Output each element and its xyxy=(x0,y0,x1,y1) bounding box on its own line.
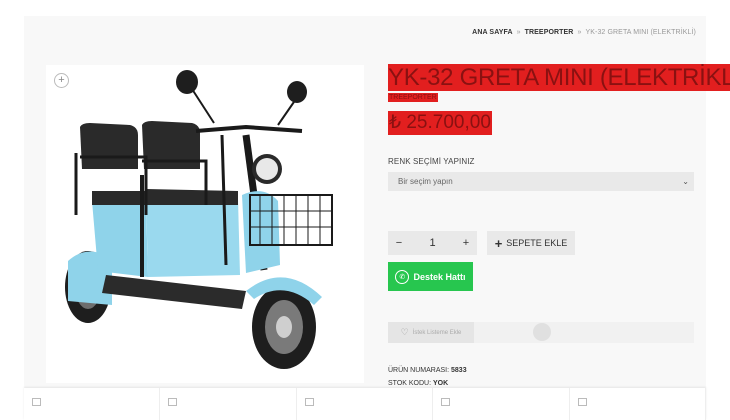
product-price: ₺ 25.700,00 xyxy=(388,111,492,135)
bottom-nav-item[interactable] xyxy=(160,388,297,420)
stock-row: STOK KODU: YOK xyxy=(388,380,448,387)
bottom-nav-item[interactable] xyxy=(24,388,161,420)
wishlist-label: İstek Listeme Ekle xyxy=(412,329,462,336)
support-line-button[interactable]: ✆ Destek Hattı xyxy=(388,262,473,291)
color-select[interactable]: Bir seçim yapın ⌄ xyxy=(388,172,694,191)
quantity-stepper[interactable]: − 1 + xyxy=(388,231,477,255)
breadcrumb-home-link[interactable]: ANA SAYFA xyxy=(472,29,512,36)
breadcrumb-current: YK-32 GRETA MINI (ELEKTRİKLİ) xyxy=(585,29,696,36)
color-select-label: RENK SEÇİMİ YAPINIZ xyxy=(388,157,475,166)
stock-label: STOK KODU: xyxy=(388,380,432,387)
nav-icon xyxy=(304,398,314,406)
nav-icon xyxy=(441,398,451,406)
add-to-cart-label: SEPETE EKLE xyxy=(506,238,568,248)
product-gallery[interactable]: + xyxy=(46,65,364,383)
bottom-nav-item[interactable] xyxy=(297,388,434,420)
sku-label: ÜRÜN NUMARASI: xyxy=(388,367,450,374)
bottom-nav-item[interactable] xyxy=(433,388,570,420)
plus-icon: + xyxy=(494,235,503,251)
add-to-cart-button[interactable]: + SEPETE EKLE xyxy=(487,231,575,255)
quantity-plus-button[interactable]: + xyxy=(455,237,477,249)
sku-value: 5833 xyxy=(451,367,467,374)
loading-spinner-icon xyxy=(533,323,551,341)
product-category[interactable]: TREEPORTER xyxy=(388,93,438,102)
quantity-value[interactable]: 1 xyxy=(422,237,444,249)
product-image xyxy=(65,70,333,369)
support-line-label: Destek Hattı xyxy=(413,271,466,282)
breadcrumb-category-link[interactable]: TREEPORTER xyxy=(525,29,574,36)
sku-row: ÜRÜN NUMARASI: 5833 xyxy=(388,367,467,374)
color-select-value: Bir seçim yapın xyxy=(398,177,453,186)
stock-value: YOK xyxy=(433,380,449,387)
nav-icon xyxy=(32,398,41,406)
breadcrumb: ANA SAYFA» TREEPORTER» YK-32 GRETA MINI (E… xyxy=(472,29,696,36)
product-title: YK-32 GRETA MINI (ELEKTRİKLİ) xyxy=(388,64,730,91)
bottom-nav-item[interactable] xyxy=(570,388,707,420)
wishlist-row: ♡ İstek Listeme Ekle xyxy=(388,322,694,343)
heart-icon: ♡ xyxy=(400,327,409,337)
add-to-wishlist-button[interactable]: ♡ İstek Listeme Ekle xyxy=(388,322,474,343)
quantity-minus-button[interactable]: − xyxy=(388,237,410,249)
zoom-icon[interactable]: + xyxy=(54,73,69,88)
breadcrumb-separator: » xyxy=(516,29,521,36)
breadcrumb-separator: » xyxy=(577,29,582,36)
nav-icon xyxy=(168,398,178,406)
chevron-down-icon: ⌄ xyxy=(682,177,689,186)
nav-icon xyxy=(577,398,587,406)
whatsapp-icon: ✆ xyxy=(395,269,410,284)
bottom-navigation-bar xyxy=(24,388,707,420)
